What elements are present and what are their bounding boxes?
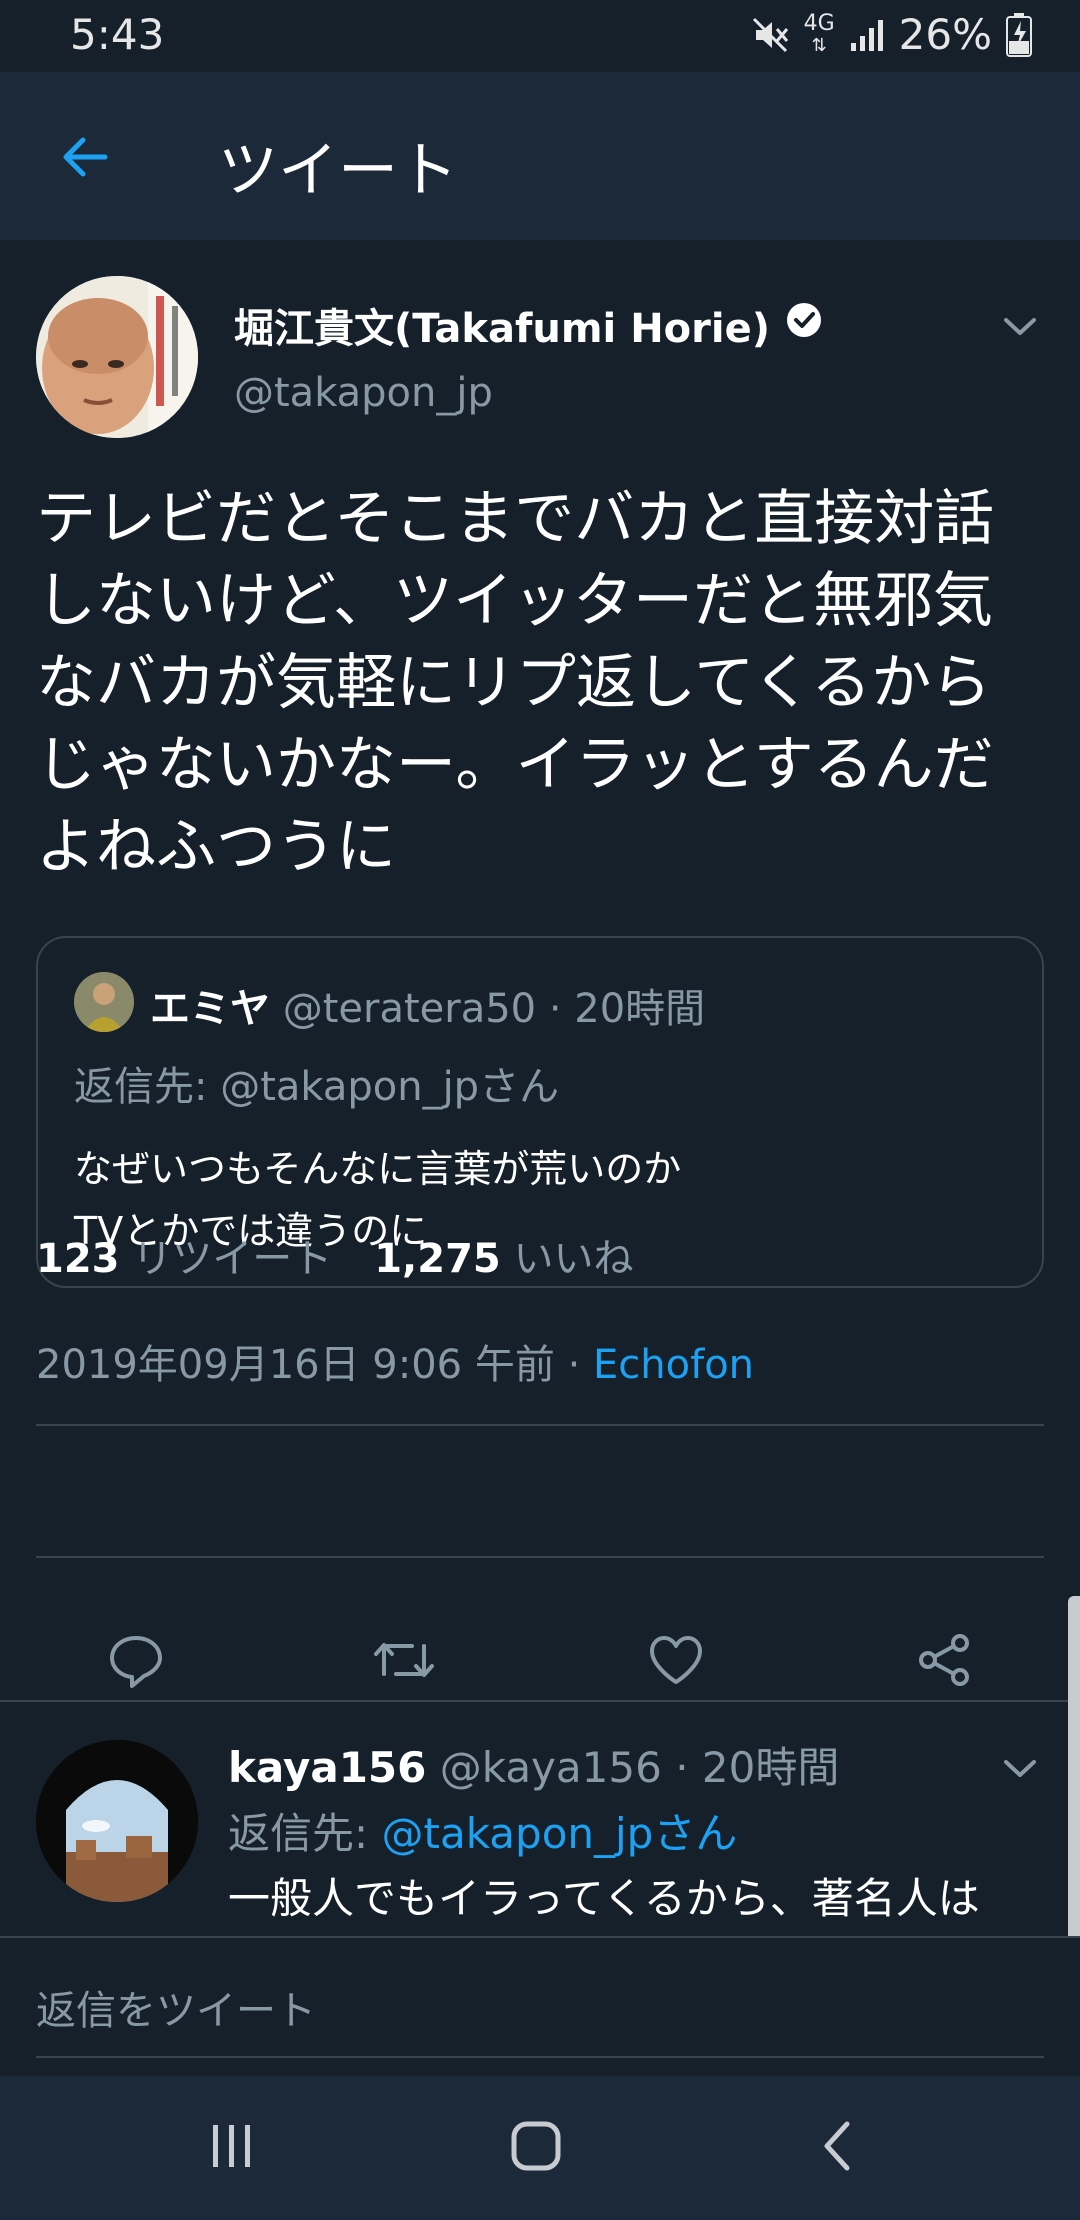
verified-badge-icon — [784, 300, 824, 350]
network-4g-icon: 4G ⇅ — [803, 10, 835, 56]
reply-to-prefix: 返信先: — [228, 1809, 382, 1858]
back-button[interactable] — [40, 114, 130, 204]
tweet-menu-button[interactable] — [996, 302, 1044, 350]
status-time: 5:43 — [70, 10, 165, 59]
status-bar: 5:43 4G ⇅ 26% — [0, 0, 1080, 72]
system-nav-bar — [0, 2076, 1080, 2220]
network-label: 4G — [803, 10, 835, 36]
reply-avatar[interactable] — [36, 1740, 198, 1902]
home-icon — [508, 2118, 564, 2178]
page-title: ツイート — [218, 136, 458, 206]
quote-header: エミヤ @teratera50 · 20時間 — [150, 976, 705, 1034]
like-count: 1,275 — [374, 1236, 501, 1282]
battery-charging-icon — [1006, 12, 1032, 57]
share-button[interactable] — [908, 1626, 980, 1698]
divider — [0, 1700, 1080, 1702]
retweet-button[interactable] — [368, 1626, 440, 1698]
reply-author-handle[interactable]: @kaya156 — [440, 1743, 662, 1792]
reply-separator: · — [675, 1743, 702, 1792]
arrow-left-icon — [57, 129, 113, 189]
divider — [36, 1424, 1044, 1426]
app-bar: ツイート — [0, 72, 1080, 240]
quote-author-handle: @teratera50 — [282, 986, 537, 1032]
share-icon — [914, 1630, 974, 1694]
back-nav-button[interactable] — [798, 2112, 878, 2184]
like-label: いいね — [513, 1236, 634, 1282]
chevron-down-icon — [996, 318, 1044, 354]
reply-menu-button[interactable] — [996, 1744, 1044, 1792]
mute-icon — [750, 15, 790, 55]
compose-bar: 返信をツイート — [0, 1936, 1080, 2076]
tweet-actions — [0, 1596, 1080, 1726]
like-icon — [646, 1630, 706, 1694]
reply-header: kaya156 @kaya156 · 20時間 — [228, 1734, 839, 1795]
reply-time: 20時間 — [701, 1743, 840, 1792]
tweet-timestamp: 2019年09月16日 9:06 午前 · Echofon — [36, 1332, 754, 1390]
compose-underline — [36, 2056, 1044, 2058]
home-button[interactable] — [496, 2112, 576, 2184]
author-avatar[interactable] — [36, 276, 198, 438]
client-link[interactable]: Echofon — [593, 1342, 754, 1388]
quote-text-line-1: なぜいつもそんなに言葉が荒いのか — [74, 1147, 682, 1191]
status-icons: 4G ⇅ 26% — [750, 10, 1032, 59]
quote-reply-to: 返信先: @takapon_jpさん — [74, 1064, 560, 1110]
tweet-stats: 123 リツイート 1,275 いいね — [36, 1226, 633, 1284]
reply-text: 一般人でもイラってくるから、著名人は — [228, 1874, 980, 1923]
retweet-icon — [372, 1630, 436, 1694]
reply-input[interactable]: 返信をツイート — [36, 1978, 316, 2036]
retweet-label: リツイート — [132, 1236, 333, 1282]
author-name-text: 堀江貴文(Takafumi Horie) — [234, 306, 770, 352]
tweet-text: テレビだとそこまでバカと直接対話しないけど、ツイッターだと無邪気なバカが気軽にリ… — [36, 484, 995, 882]
like-stat[interactable]: 1,275 いいね — [374, 1226, 633, 1284]
author-handle[interactable]: @takapon_jp — [234, 370, 493, 416]
divider — [36, 1556, 1044, 1558]
quote-separator: · — [548, 986, 575, 1032]
quote-time: 20時間 — [574, 986, 706, 1032]
retweet-stat[interactable]: 123 リツイート — [36, 1226, 332, 1284]
chevron-down-icon — [996, 1760, 1044, 1796]
reply-icon — [106, 1630, 166, 1694]
chevron-left-icon — [813, 2118, 863, 2178]
quote-avatar — [74, 972, 134, 1032]
retweet-count: 123 — [36, 1236, 120, 1282]
timestamp-separator: · — [567, 1342, 594, 1388]
author-name[interactable]: 堀江貴文(Takafumi Horie) — [234, 296, 824, 354]
reply-to-mention[interactable]: @takapon_jpさん — [382, 1809, 738, 1858]
quote-author-name: エミヤ — [150, 986, 270, 1032]
like-button[interactable] — [640, 1626, 712, 1698]
battery-percent: 26% — [898, 10, 992, 59]
recents-button[interactable] — [192, 2112, 272, 2184]
recents-icon — [207, 2121, 257, 2175]
timestamp-text: 2019年09月16日 9:06 午前 — [36, 1342, 555, 1388]
reply-to: 返信先: @takapon_jpさん — [228, 1800, 737, 1861]
signal-icon — [849, 17, 885, 53]
reply-author-name[interactable]: kaya156 — [228, 1743, 426, 1792]
reply-button[interactable] — [100, 1626, 172, 1698]
